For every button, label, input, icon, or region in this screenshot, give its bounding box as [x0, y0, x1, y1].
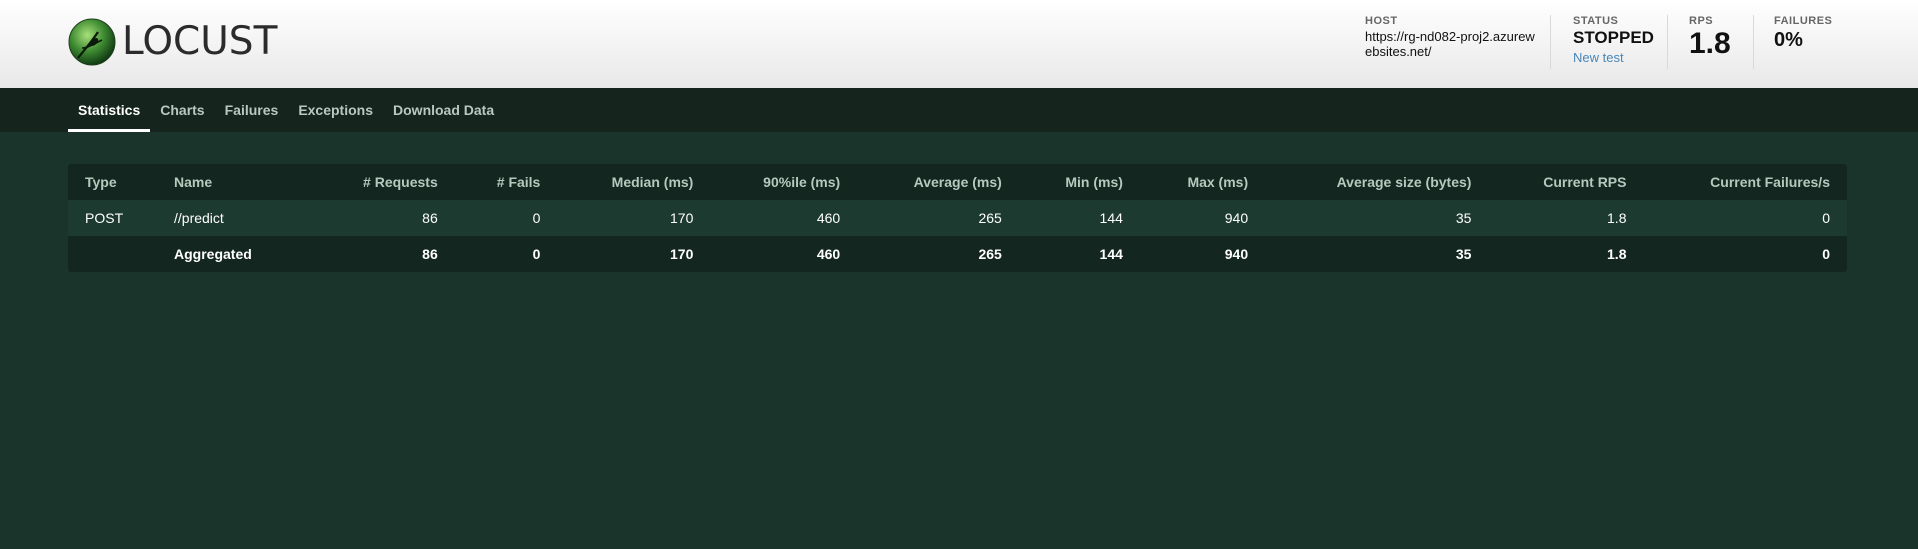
statistics-table: Type Name # Requests # Fails Median (ms)…: [68, 164, 1847, 272]
host-stat: HOST https://rg-nd082-proj2.azurewebsite…: [1365, 15, 1535, 59]
col-median[interactable]: Median (ms): [557, 164, 710, 200]
rps-stat: RPS 1.8: [1667, 15, 1731, 69]
aggregated-row: Aggregated 86 0 170 460 265 144 940 35 1…: [68, 236, 1847, 272]
col-current-rps[interactable]: Current RPS: [1488, 164, 1643, 200]
col-avg-size[interactable]: Average size (bytes): [1265, 164, 1488, 200]
status-label: STATUS: [1573, 15, 1619, 27]
col-requests[interactable]: # Requests: [311, 164, 455, 200]
col-current-failures[interactable]: Current Failures/s: [1643, 164, 1847, 200]
agg-max: 940: [1224, 246, 1249, 262]
header: LOCUST HOST https://rg-nd082-proj2.azure…: [0, 0, 1918, 88]
tab-failures[interactable]: Failures: [215, 88, 289, 132]
status-stat: STATUS STOPPED New test: [1550, 15, 1654, 69]
agg-avg-size: 35: [1455, 246, 1472, 262]
agg-requests: 86: [422, 246, 438, 262]
col-average[interactable]: Average (ms): [857, 164, 1019, 200]
failures-label: FAILURES: [1774, 15, 1833, 27]
cell-average: 265: [857, 200, 1019, 236]
agg-type: [68, 236, 157, 272]
agg-current-failures: 0: [1822, 246, 1830, 262]
agg-name: Aggregated: [174, 246, 252, 262]
failures-value: 0%: [1774, 29, 1803, 51]
agg-median: 170: [670, 246, 694, 262]
cell-min: 144: [1018, 200, 1140, 236]
cell-type: POST: [68, 200, 157, 236]
logo-text: LOCUST: [122, 19, 278, 64]
host-value: https://rg-nd082-proj2.azurewebsites.net…: [1365, 29, 1535, 59]
cell-max: 940: [1139, 200, 1266, 236]
tab-download-data[interactable]: Download Data: [383, 88, 504, 132]
nav-bar: Statistics Charts Failures Exceptions Do…: [0, 88, 1918, 132]
col-type[interactable]: Type: [68, 164, 157, 200]
col-90ile[interactable]: 90%ile (ms): [710, 164, 857, 200]
table-header-row: Type Name # Requests # Fails Median (ms)…: [68, 164, 1847, 200]
cell-current-failures: 0: [1643, 200, 1847, 236]
tab-charts[interactable]: Charts: [150, 88, 214, 132]
col-max[interactable]: Max (ms): [1140, 164, 1265, 200]
col-fails[interactable]: # Fails: [455, 164, 558, 200]
cell-90ile: 460: [710, 200, 858, 236]
failures-stat: FAILURES 0%: [1753, 15, 1832, 69]
col-name[interactable]: Name: [157, 164, 311, 200]
cell-avg-size: 35: [1265, 200, 1489, 236]
cell-median: 170: [557, 200, 711, 236]
locust-logo[interactable]: LOCUST: [68, 18, 277, 66]
agg-fails: 0: [532, 246, 541, 262]
new-test-link[interactable]: New test: [1573, 50, 1654, 65]
rps-label: RPS: [1689, 15, 1714, 27]
host-label: HOST: [1365, 15, 1398, 27]
cell-current-rps: 1.8: [1488, 200, 1644, 236]
locust-logo-icon: [68, 18, 116, 66]
tab-exceptions[interactable]: Exceptions: [288, 88, 383, 132]
nav-tabs: Statistics Charts Failures Exceptions Do…: [68, 88, 504, 132]
agg-90ile: 460: [816, 246, 841, 262]
agg-current-rps: 1.8: [1607, 246, 1627, 262]
status-value: STOPPED: [1573, 28, 1654, 47]
agg-min: 144: [1099, 246, 1123, 262]
table-row: POST //predict 86 0 170 460 265 144 940 …: [68, 200, 1847, 236]
tab-statistics[interactable]: Statistics: [68, 88, 151, 132]
rps-value: 1.8: [1689, 27, 1731, 60]
col-min[interactable]: Min (ms): [1019, 164, 1140, 200]
cell-requests: 86: [311, 200, 455, 236]
cell-fails: 0: [454, 200, 558, 236]
agg-average: 265: [978, 246, 1002, 262]
cell-name: //predict: [157, 200, 311, 236]
